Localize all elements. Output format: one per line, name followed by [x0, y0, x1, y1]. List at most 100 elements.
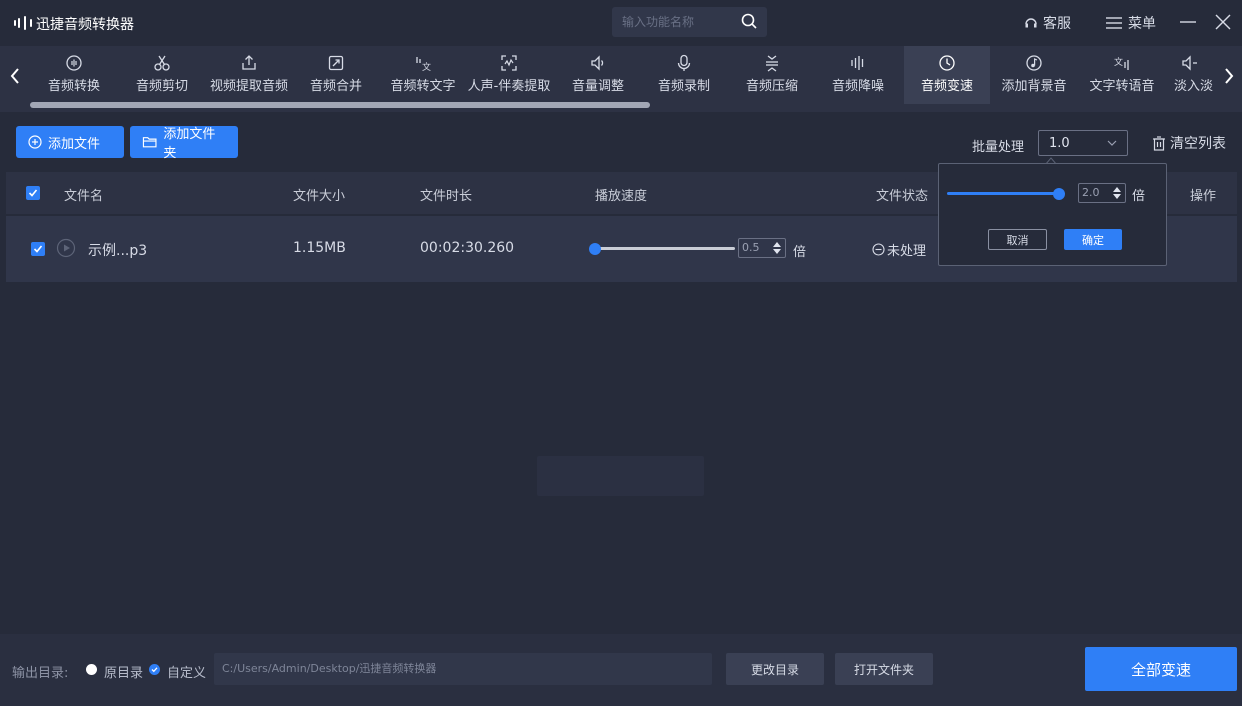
radio-original-dir[interactable] — [86, 664, 97, 675]
clear-list-button[interactable]: 清空列表 — [1152, 133, 1226, 153]
header-speed: 播放速度 — [595, 189, 648, 204]
trash-icon — [1153, 135, 1165, 151]
tool-speed-change[interactable]: 音频变速 — [904, 46, 990, 104]
tool-label: 音频转换 — [47, 79, 100, 94]
speed-icon — [939, 55, 955, 71]
tool-volume[interactable]: 音量调整 — [562, 46, 634, 104]
popup-confirm-button[interactable]: 确定 — [1064, 229, 1122, 250]
tool-label: 音频录制 — [657, 79, 710, 94]
merge-icon — [328, 55, 344, 71]
tool-record[interactable]: 音频录制 — [648, 46, 720, 104]
batch-label: 批量处理 — [972, 140, 1025, 155]
chevron-left-icon[interactable] — [8, 66, 22, 86]
app-logo-icon — [14, 16, 32, 30]
popup-cancel-button[interactable]: 取消 — [988, 229, 1047, 250]
select-all-checkbox[interactable] — [26, 186, 40, 200]
add-file-button[interactable]: 添加文件 — [16, 126, 124, 158]
menu-label: 菜单 — [1128, 16, 1156, 32]
menu-button[interactable]: 菜单 — [1105, 13, 1156, 33]
popup-speed-value: 2.0 — [1082, 186, 1100, 199]
header-operation: 操作 — [1190, 189, 1217, 204]
output-dir-label: 输出目录: — [12, 666, 69, 681]
tool-speech-to-text[interactable]: 文 音频转文字 — [386, 46, 460, 104]
toolbar-scrollbar[interactable] — [30, 102, 650, 108]
microphone-icon — [677, 54, 691, 71]
minimize-icon[interactable] — [1176, 10, 1200, 34]
tool-text-to-speech[interactable]: 文 文字转语音 — [1084, 46, 1160, 104]
search-icon[interactable] — [741, 13, 757, 29]
volume-icon — [591, 55, 604, 71]
speech-to-text-icon: 文 — [416, 57, 431, 72]
radio-custom-label[interactable]: 自定义 — [167, 662, 206, 681]
tool-label: 音频降噪 — [831, 79, 884, 94]
row-speed-slider-track[interactable] — [595, 247, 735, 250]
add-folder-button[interactable]: 添加文件夹 — [130, 126, 238, 161]
change-dir-button[interactable]: 更改目录 — [726, 653, 824, 685]
row-file-size: 1.15MB — [293, 240, 346, 256]
empty-placeholder — [537, 456, 704, 496]
fade-icon — [1182, 55, 1197, 71]
audio-convert-icon — [66, 55, 82, 71]
tool-audio-convert[interactable]: 音频转换 — [38, 46, 110, 104]
denoise-icon — [851, 56, 864, 70]
header-duration: 文件时长 — [420, 189, 473, 204]
checkmark-icon — [28, 189, 38, 197]
header-file-name: 文件名 — [64, 189, 104, 204]
radio-custom-dir[interactable] — [149, 664, 160, 675]
tool-label: 人声-伴奏提取 — [467, 79, 551, 94]
row-speed-stepper[interactable]: 0.5 — [738, 238, 786, 258]
tool-label: 添加背景音 — [1001, 79, 1067, 94]
stepper-arrows-icon[interactable] — [1113, 187, 1121, 199]
add-file-label: 添加文件 — [48, 136, 101, 152]
scissors-icon — [154, 55, 170, 71]
checkmark-icon — [151, 667, 158, 673]
text-to-speech-icon: 文 — [1114, 56, 1129, 70]
stepper-arrows-icon[interactable] — [773, 242, 781, 254]
row-status-label: 未处理 — [887, 244, 927, 259]
add-folder-label: 添加文件夹 — [163, 127, 216, 161]
popup-speed-slider-thumb[interactable] — [1053, 188, 1065, 200]
tool-label: 淡入淡 — [1174, 79, 1214, 94]
service-label: 客服 — [1043, 16, 1071, 32]
tool-vocal-extract[interactable]: 人声-伴奏提取 — [463, 46, 555, 104]
folder-icon — [142, 137, 157, 148]
tool-label: 音频变速 — [920, 79, 973, 94]
batch-speed-select[interactable]: 1.0 — [1038, 130, 1128, 156]
row-checkbox[interactable] — [31, 242, 45, 256]
radio-original-label[interactable]: 原目录 — [104, 662, 143, 681]
tool-video-extract[interactable]: 视频提取音频 — [205, 46, 293, 104]
batch-speed-value: 1.0 — [1049, 135, 1070, 151]
row-file-name: 示例...p3 — [88, 243, 148, 259]
tool-compress[interactable]: 音频压缩 — [736, 46, 808, 104]
close-icon[interactable] — [1211, 10, 1235, 34]
tool-audio-cut[interactable]: 音频剪切 — [126, 46, 198, 104]
music-note-icon — [1026, 55, 1042, 71]
plus-circle-icon — [28, 135, 42, 149]
tool-label: 音频转文字 — [390, 79, 456, 94]
header-file-size: 文件大小 — [293, 189, 346, 204]
tool-audio-merge[interactable]: 音频合并 — [300, 46, 372, 104]
compress-icon — [766, 55, 778, 72]
search-box[interactable] — [612, 7, 767, 37]
hamburger-icon — [1106, 17, 1122, 29]
header-status: 文件状态 — [876, 189, 929, 204]
search-input[interactable] — [622, 7, 732, 37]
row-speed-slider-thumb[interactable] — [589, 243, 601, 255]
popup-speed-unit: 倍 — [1132, 189, 1146, 204]
svg-text:文: 文 — [422, 61, 431, 72]
tool-fade[interactable]: 淡入淡 — [1174, 46, 1214, 104]
tool-add-bgm[interactable]: 添加背景音 — [996, 46, 1072, 104]
popup-speed-slider-track[interactable] — [947, 192, 1059, 195]
open-folder-button[interactable]: 打开文件夹 — [835, 653, 933, 685]
tool-label: 音频合并 — [309, 79, 362, 94]
play-icon[interactable] — [56, 238, 76, 258]
run-all-speed-button[interactable]: 全部变速 — [1085, 647, 1237, 691]
chevron-right-icon[interactable] — [1222, 66, 1236, 86]
service-button[interactable]: 客服 — [1024, 13, 1071, 33]
row-speed-value: 0.5 — [742, 241, 760, 254]
popup-speed-stepper[interactable]: 2.0 — [1078, 183, 1126, 203]
output-path-field[interactable]: C:/Users/Admin/Desktop/迅捷音频转换器 — [214, 653, 712, 685]
upload-icon — [242, 55, 256, 70]
tool-denoise[interactable]: 音频降噪 — [822, 46, 894, 104]
tool-label: 文字转语音 — [1089, 79, 1155, 94]
